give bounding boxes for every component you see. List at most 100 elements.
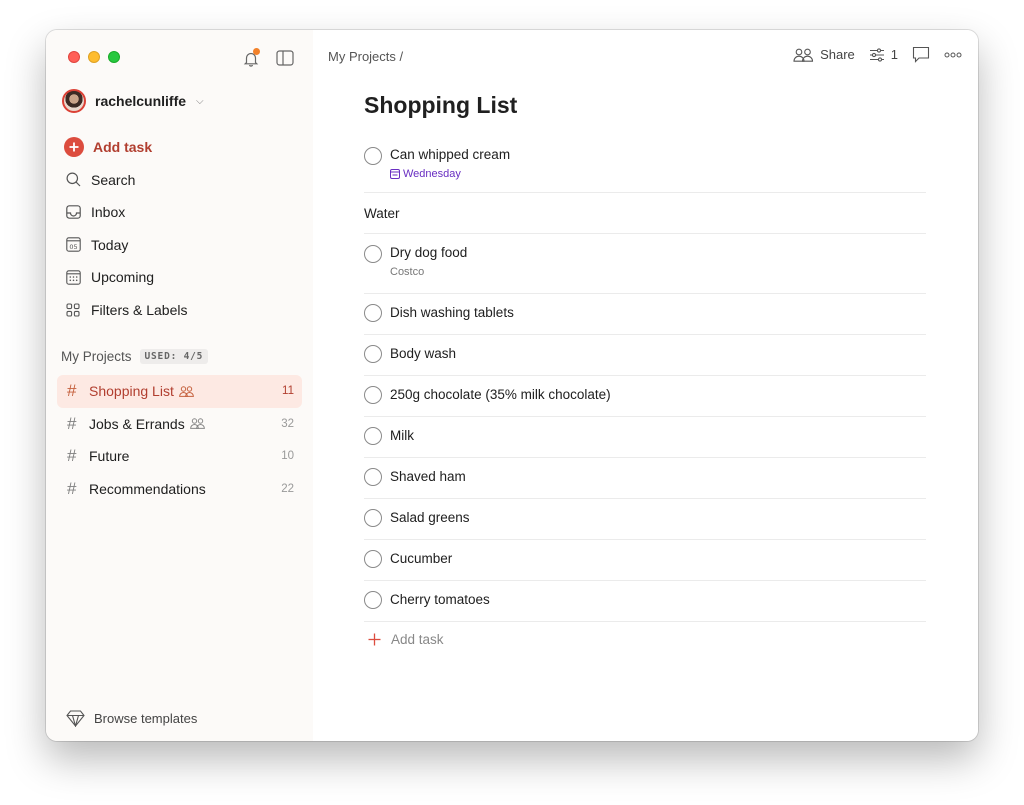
sidebar-nav: Add task Search Inbox 05 Today Upcoming …: [62, 131, 300, 326]
sidebar-item-label: Inbox: [91, 204, 126, 221]
user-name: rachelcunliffe: [95, 93, 187, 109]
more-options-button[interactable]: [944, 52, 962, 58]
task-item[interactable]: Salad greens: [364, 499, 926, 540]
usage-badge: USED: 4/5: [139, 349, 209, 364]
task-checkbox[interactable]: [364, 509, 382, 527]
task-item[interactable]: Body wash: [364, 335, 926, 376]
task-description: Costco: [390, 266, 425, 278]
project-task-count: 22: [281, 482, 294, 495]
share-button[interactable]: Share: [793, 47, 855, 62]
task-content: Dish washing tablets: [390, 305, 514, 320]
project-task-count: 10: [281, 450, 294, 463]
plus-icon: [368, 633, 381, 646]
calendar-icon: [390, 169, 400, 179]
browse-templates-label: Browse templates: [94, 711, 198, 726]
close-window-button[interactable]: [68, 51, 80, 63]
task-checkbox[interactable]: [364, 427, 382, 445]
share-label: Share: [820, 47, 855, 62]
task-section-header[interactable]: Water: [364, 193, 926, 234]
project-name: Shopping List: [89, 383, 174, 400]
project-item-future[interactable]: # Future 10: [57, 440, 302, 473]
hash-icon: #: [67, 381, 77, 401]
sidebar-item-today[interactable]: 05 Today: [62, 229, 300, 262]
sidebar-item-upcoming[interactable]: Upcoming: [62, 261, 300, 294]
app-window: rachelcunliffe ⌵ Add task Search Inbox 0…: [46, 30, 978, 741]
project-item-recommendations[interactable]: # Recommendations 22: [57, 473, 302, 506]
task-content: Body wash: [390, 346, 457, 361]
projects-header-label: My Projects: [61, 349, 132, 364]
task-content: Can whipped cream: [390, 147, 511, 162]
project-item-jobs-errands[interactable]: # Jobs & Errands 32: [57, 408, 302, 441]
sidebar-item-label: Upcoming: [91, 269, 155, 286]
task-item[interactable]: Cucumber: [364, 540, 926, 581]
task-checkbox[interactable]: [364, 468, 382, 486]
task-checkbox[interactable]: [364, 591, 382, 609]
browse-templates-button[interactable]: Browse templates: [66, 710, 197, 727]
window-controls: [68, 51, 120, 63]
task-checkbox[interactable]: [364, 245, 382, 263]
calendar-grid-icon: [64, 268, 82, 286]
sidebar-item-label: Search: [91, 171, 136, 188]
add-task-label: Add task: [93, 139, 153, 156]
notification-badge: [253, 48, 260, 55]
task-content: Shaved ham: [390, 469, 466, 484]
main-content: My Projects / Share 1 Shopping List Can …: [313, 30, 978, 741]
comment-icon: [912, 46, 930, 63]
avatar: [62, 89, 86, 113]
minimize-window-button[interactable]: [88, 51, 100, 63]
project-task-count: 32: [281, 417, 294, 430]
add-task-button[interactable]: Add task: [62, 131, 300, 164]
project-item-shopping-list[interactable]: # Shopping List 11: [57, 375, 302, 408]
sidebar-item-label: Today: [91, 236, 129, 253]
breadcrumb[interactable]: My Projects /: [328, 49, 403, 64]
search-icon: [64, 171, 82, 189]
task-item[interactable]: Dry dog food Costco: [364, 234, 926, 294]
task-checkbox[interactable]: [364, 550, 382, 568]
sidebar-top-actions: [241, 48, 295, 68]
share-people-icon: [793, 48, 814, 62]
task-item[interactable]: Milk: [364, 417, 926, 458]
sidebar: rachelcunliffe ⌵ Add task Search Inbox 0…: [46, 30, 313, 741]
page-title: Shopping List: [364, 92, 518, 118]
hash-icon: #: [67, 446, 77, 466]
calendar-today-icon: 05: [64, 236, 82, 254]
filters-grid-icon: [64, 301, 82, 319]
add-circle-icon: [64, 137, 84, 158]
more-horizontal-icon: [944, 52, 962, 57]
section-title: Water: [364, 206, 400, 221]
sidebar-item-filters-labels[interactable]: Filters & Labels: [62, 294, 300, 327]
sidebar-toggle-icon: [276, 50, 294, 66]
templates-gem-icon: [66, 710, 85, 727]
task-content: 250g chocolate (35% milk chocolate): [390, 387, 611, 402]
task-checkbox[interactable]: [364, 304, 382, 322]
task-due-date[interactable]: Wednesday: [390, 168, 510, 180]
task-item[interactable]: 250g chocolate (35% milk chocolate): [364, 376, 926, 417]
hash-icon: #: [67, 478, 77, 498]
sidebar-item-search[interactable]: Search: [62, 164, 300, 197]
add-task-inline-button[interactable]: Add task: [364, 622, 926, 647]
task-checkbox[interactable]: [364, 386, 382, 404]
inbox-icon: [64, 203, 82, 221]
zoom-window-button[interactable]: [108, 51, 120, 63]
view-toolbar: Share 1: [793, 46, 962, 63]
view-options-button[interactable]: 1: [869, 47, 898, 62]
task-checkbox[interactable]: [364, 345, 382, 363]
task-item[interactable]: Shaved ham: [364, 458, 926, 499]
task-checkbox[interactable]: [364, 147, 382, 165]
task-item[interactable]: Cherry tomatoes: [364, 581, 926, 622]
svg-text:05: 05: [69, 243, 77, 251]
filter-count: 1: [890, 47, 898, 62]
sidebar-item-label: Filters & Labels: [91, 301, 188, 318]
task-item[interactable]: Dish washing tablets: [364, 294, 926, 335]
chevron-down-icon: ⌵: [196, 95, 204, 107]
task-due-label: Wednesday: [403, 168, 461, 180]
notifications-button[interactable]: [241, 48, 261, 68]
toggle-sidebar-button[interactable]: [275, 48, 295, 68]
task-item[interactable]: Can whipped cream Wednesday: [364, 141, 926, 193]
my-projects-header[interactable]: My Projects USED: 4/5: [61, 349, 209, 364]
sidebar-item-inbox[interactable]: Inbox: [62, 196, 300, 229]
user-menu[interactable]: rachelcunliffe ⌵: [62, 89, 204, 113]
shared-people-icon: [189, 418, 205, 430]
project-name: Jobs & Errands: [89, 415, 185, 432]
comments-button[interactable]: [912, 46, 930, 63]
